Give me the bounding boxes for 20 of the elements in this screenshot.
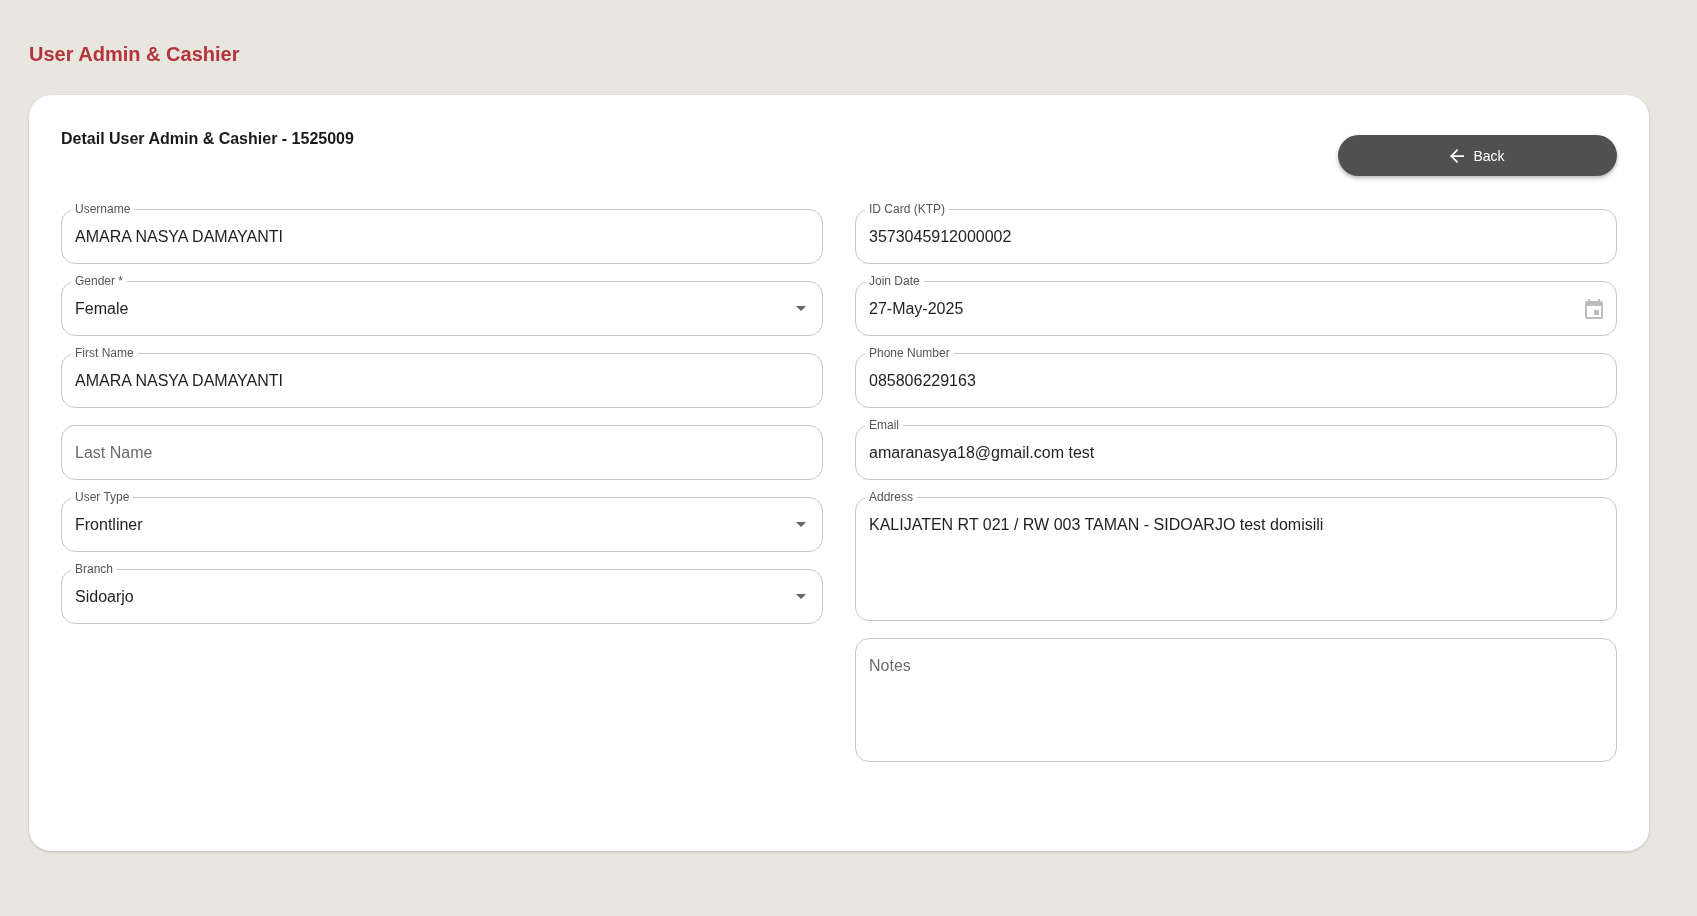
field-label: Phone Number — [865, 346, 954, 360]
caret-icon — [796, 594, 806, 599]
field-label: Join Date — [865, 274, 924, 288]
caret-icon — [796, 522, 806, 527]
caret-icon — [796, 306, 806, 311]
field-label: Email — [865, 418, 903, 432]
field-label: Gender * — [71, 274, 128, 288]
field-label: Branch — [71, 562, 118, 576]
field-label: Username — [71, 202, 135, 216]
field-label: First Name — [71, 346, 138, 360]
back-button[interactable]: Back — [1338, 135, 1617, 176]
field-label: ID Card (KTP) — [865, 202, 949, 216]
field-label: User Type — [71, 490, 134, 504]
arrow-left-icon — [1450, 148, 1465, 163]
card-title: Detail User Admin & Cashier - 1525009 — [61, 129, 354, 149]
field-label: Address — [865, 490, 918, 504]
text-field[interactable]: Last Name — [61, 425, 823, 480]
calendar-icon[interactable] — [1585, 299, 1603, 319]
page-title: User Admin & Cashier — [29, 42, 240, 66]
textarea-field[interactable]: Notes — [855, 638, 1617, 762]
